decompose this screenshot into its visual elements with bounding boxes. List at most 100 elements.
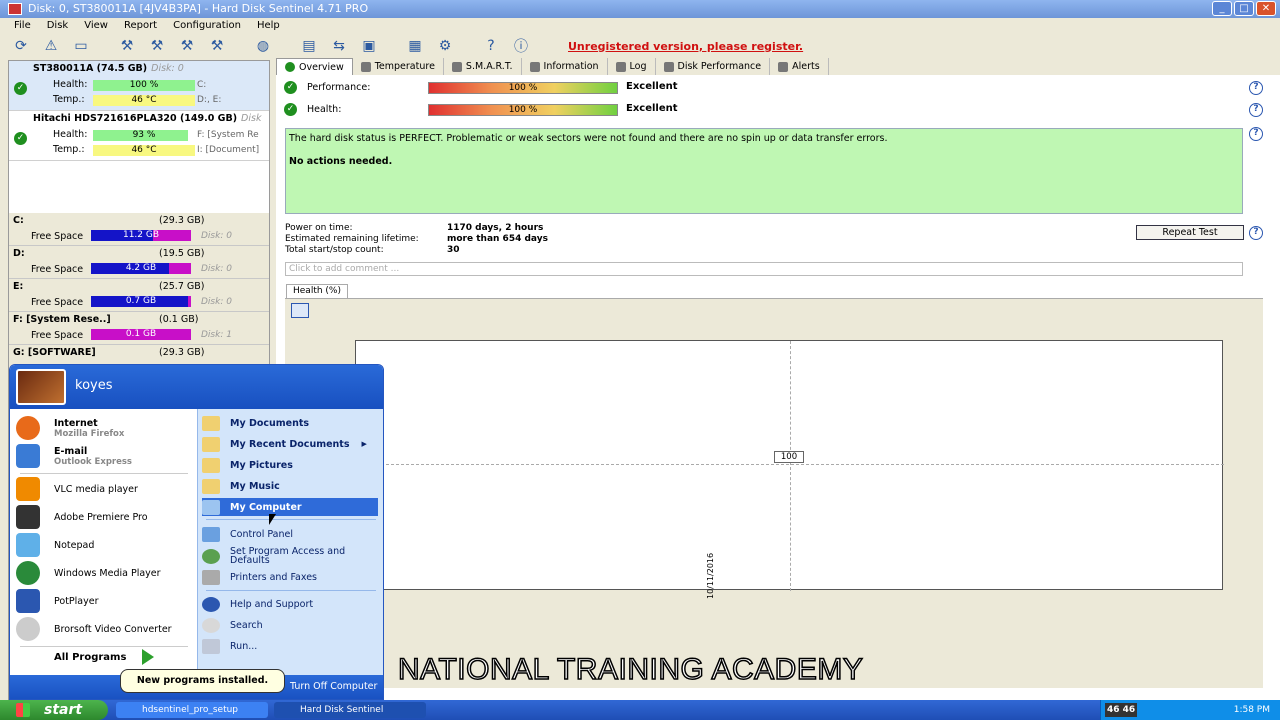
search[interactable]: Search — [202, 616, 378, 634]
program-premiere[interactable]: Adobe Premiere Pro — [16, 504, 194, 530]
menu-report[interactable]: Report — [116, 18, 165, 33]
refresh-icon[interactable]: ⟳ — [10, 36, 32, 56]
my-computer[interactable]: My Computer — [202, 498, 378, 516]
folder-icon — [202, 436, 220, 452]
check-icon: ✓ — [284, 103, 297, 116]
start-menu-places: My Documents My Recent Documents ▶ My Pic… — [197, 409, 383, 675]
menu-file[interactable]: File — [6, 18, 39, 33]
menu-disk[interactable]: Disk — [39, 18, 76, 33]
my-music[interactable]: My Music — [202, 477, 378, 495]
temp-label: Temp.: — [53, 144, 85, 155]
control-panel[interactable]: Control Panel — [202, 525, 378, 543]
program-potplayer[interactable]: PotPlayer — [16, 588, 194, 614]
set-program-access[interactable]: Set Program Access and Defaults — [202, 545, 378, 567]
run[interactable]: Run... — [202, 637, 378, 655]
program-video-converter[interactable]: Brorsoft Video Converter — [16, 616, 194, 642]
surface-test-icon[interactable]: ⚒ — [146, 36, 168, 56]
control-panel-icon — [202, 526, 220, 542]
tab-disk-performance[interactable]: Disk Performance — [656, 58, 771, 75]
extended-test-icon[interactable]: ⚒ — [206, 36, 228, 56]
run-icon — [202, 638, 220, 654]
health-label: Health: — [307, 104, 342, 115]
partition-disk: Disk: 0 — [201, 264, 232, 274]
health-row: ✓ Health: — [284, 103, 341, 116]
globe-icon[interactable]: ◍ — [252, 36, 274, 56]
tab-overview[interactable]: Overview — [276, 58, 353, 75]
my-recent-documents[interactable]: My Recent Documents ▶ — [202, 435, 378, 453]
my-pictures[interactable]: My Pictures — [202, 456, 378, 474]
tab-temperature[interactable]: Temperature — [353, 58, 444, 75]
disk-item[interactable]: Hitachi HDS721616PLA320 (149.0 GB) Disk ✓… — [9, 111, 269, 161]
menu-configuration[interactable]: Configuration — [165, 18, 249, 33]
mouse-cursor-icon — [269, 514, 276, 525]
report-icon[interactable]: ▭ — [70, 36, 92, 56]
program-notepad[interactable]: Notepad — [16, 532, 194, 558]
partition-item[interactable]: D: (19.5 GB) Free Space 4.2 GB Disk: 0 — [9, 246, 269, 279]
short-test-icon[interactable]: ⚒ — [176, 36, 198, 56]
help-icon[interactable]: ? — [480, 36, 502, 56]
tab-alerts[interactable]: Alerts — [770, 58, 829, 75]
test-icon[interactable]: ⚒ — [116, 36, 138, 56]
data-point-label: 100 — [774, 451, 804, 463]
network-icon[interactable]: ▣ — [358, 36, 380, 56]
free-space-bar: 0.7 GB — [91, 296, 191, 307]
partition-disk: Disk: 1 — [201, 330, 232, 340]
minimize-button[interactable]: _ — [1212, 1, 1232, 16]
actions-text: No actions needed. — [289, 156, 393, 167]
help-icon[interactable]: ? — [1249, 81, 1263, 95]
comment-field[interactable]: Click to add comment ... — [285, 262, 1243, 276]
power-on-label: Power on time: — [285, 223, 353, 233]
unregistered-link[interactable]: Unregistered version, please register. — [568, 40, 803, 53]
sync-icon[interactable]: ⇆ — [328, 36, 350, 56]
my-documents[interactable]: My Documents — [202, 414, 378, 432]
help-and-support[interactable]: Help and Support — [202, 595, 378, 613]
menu-view[interactable]: View — [76, 18, 116, 33]
settings-icon[interactable]: ⚙ — [434, 36, 456, 56]
save-icon[interactable] — [291, 303, 309, 318]
clock[interactable]: 1:58 PM — [1234, 700, 1270, 720]
start-button[interactable]: start — [0, 700, 108, 720]
maximize-button[interactable]: □ — [1234, 1, 1254, 16]
notification-balloon[interactable]: New programs installed. — [120, 669, 285, 693]
alert-icon[interactable]: ⚠ — [40, 36, 62, 56]
document-icon[interactable]: ▤ — [298, 36, 320, 56]
performance-bar: 100 % — [428, 82, 618, 94]
menu-help[interactable]: Help — [249, 18, 288, 33]
search-icon — [202, 617, 220, 633]
help-icon[interactable]: ? — [1249, 103, 1263, 117]
arrow-right-icon — [142, 649, 154, 665]
health-bar: 100 % — [93, 80, 195, 91]
tab-smart[interactable]: S.M.A.R.T. — [444, 58, 522, 75]
close-button[interactable]: ✕ — [1256, 1, 1276, 16]
taskbar: start hdsentinel_pro_setup Hard Disk Sen… — [0, 700, 1280, 720]
health-bar: 100 % — [428, 104, 618, 116]
printers-and-faxes[interactable]: Printers and Faxes — [202, 568, 378, 586]
program-media-player[interactable]: Windows Media Player — [16, 560, 194, 586]
taskbar-item-setup[interactable]: hdsentinel_pro_setup — [116, 702, 268, 718]
tray-indicator[interactable]: 46 46 — [1105, 703, 1138, 717]
disk-item[interactable]: ST380011A (74.5 GB) Disk: 0 ✓ Health: 100… — [9, 61, 269, 111]
tab-health-chart[interactable]: Health (%) — [286, 284, 348, 298]
tab-information[interactable]: Information — [522, 58, 608, 75]
help-icon[interactable]: ? — [1249, 127, 1263, 141]
partition-item[interactable]: F: [System Rese..] (0.1 GB) Free Space 0… — [9, 312, 269, 345]
program-email[interactable]: E-mail Outlook Express — [16, 443, 194, 469]
temp-bar: 46 °C — [93, 95, 195, 106]
partition-item[interactable]: E: (25.7 GB) Free Space 0.7 GB Disk: 0 — [9, 279, 269, 312]
help-icon[interactable]: ? — [1249, 226, 1263, 240]
folder-icon — [202, 415, 220, 431]
partition-item[interactable]: C: (29.3 GB) Free Space 11.2 GB Disk: 0 — [9, 213, 269, 246]
system-tray: 46 46 1:58 PM — [1100, 700, 1280, 720]
potplayer-icon — [16, 589, 40, 613]
start-menu-programs: Internet Mozilla Firefox E-mail Outlook Ex… — [10, 409, 197, 675]
chart-icon[interactable]: ▦ — [404, 36, 426, 56]
repeat-test-button[interactable]: Repeat Test — [1136, 225, 1244, 240]
tab-log[interactable]: Log — [608, 58, 656, 75]
taskbar-item-hd-sentinel[interactable]: Hard Disk Sentinel — [274, 702, 426, 718]
turn-off-button[interactable]: Turn Off Computer — [290, 681, 377, 692]
info-icon[interactable]: ⓘ — [510, 36, 532, 56]
title-bar[interactable]: Disk: 0, ST380011A [4JV4B3PA] - Hard Dis… — [0, 0, 1280, 18]
all-programs-button[interactable]: All Programs — [54, 652, 126, 663]
program-vlc[interactable]: VLC media player — [16, 476, 194, 502]
program-internet[interactable]: Internet Mozilla Firefox — [16, 415, 194, 441]
